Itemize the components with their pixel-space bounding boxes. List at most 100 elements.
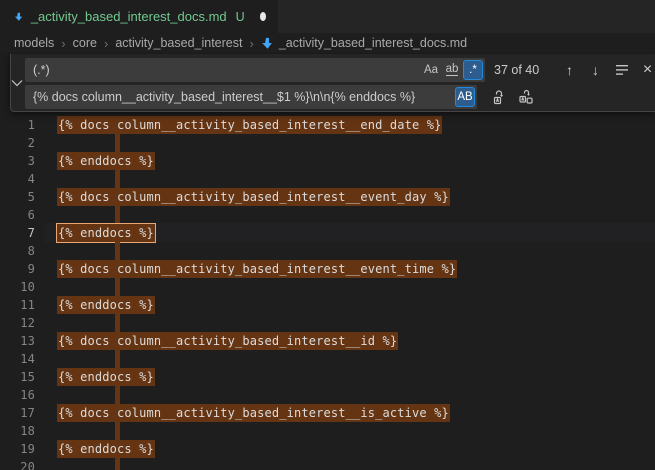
regex-toggle[interactable]: .*: [463, 60, 483, 80]
previous-match-button[interactable]: ↑: [559, 60, 580, 81]
git-status-badge: U: [236, 10, 245, 24]
code-line[interactable]: 3{% enddocs %}: [0, 152, 655, 170]
replace-input[interactable]: {% docs column__activity_based_interest_…: [25, 85, 477, 109]
code-line[interactable]: 2: [0, 134, 655, 152]
line-content: {% enddocs %}: [57, 296, 155, 314]
line-number: 9: [0, 260, 35, 278]
find-match: {% docs column__activity_based_interest_…: [57, 332, 398, 350]
code-line[interactable]: 10: [0, 278, 655, 296]
line-number: 12: [0, 314, 35, 332]
markdown-file-icon: [14, 10, 24, 24]
line-content: {% docs column__activity_based_interest_…: [57, 404, 450, 422]
search-input[interactable]: (.*) Aa ab .*: [25, 58, 485, 82]
line-number: 17: [0, 404, 35, 422]
code-line[interactable]: 5 {% docs column__activity_based_interest…: [0, 188, 655, 206]
line-number: 16: [0, 386, 35, 404]
find-match: {% docs column__activity_based_interest_…: [57, 404, 450, 422]
empty-line-find-match: [115, 386, 120, 404]
line-number: 8: [0, 242, 35, 260]
find-match: {% docs column__activity_based_interest_…: [57, 116, 442, 134]
line-content: {% enddocs %}: [57, 152, 155, 170]
match-case-toggle[interactable]: Aa: [421, 60, 441, 80]
breadcrumb-item-models[interactable]: models: [14, 36, 54, 50]
line-number: 20: [0, 458, 35, 470]
replace-icon: [492, 89, 508, 105]
line-number: 10: [0, 278, 35, 296]
code-line[interactable]: 16: [0, 386, 655, 404]
code-line[interactable]: 4: [0, 170, 655, 188]
line-content: {% enddocs %}: [57, 440, 155, 458]
line-number: 14: [0, 350, 35, 368]
breadcrumb: models › core › activity_based_interest …: [0, 33, 655, 53]
find-match: {% docs column__activity_based_interest_…: [57, 260, 457, 278]
line-number: 1: [0, 116, 35, 134]
match-count: 37 of 40: [494, 63, 554, 77]
unsaved-dot-icon[interactable]: [260, 12, 266, 21]
find-match: {% enddocs %}: [57, 152, 155, 170]
empty-line-find-match: [115, 314, 120, 332]
preserve-case-toggle[interactable]: AB: [455, 87, 475, 107]
close-find-button[interactable]: ×: [637, 60, 655, 81]
empty-line-find-match: [115, 350, 120, 368]
code-line[interactable]: 19 {% enddocs %}: [0, 440, 655, 458]
replace-value: {% docs column__activity_based_interest_…: [33, 90, 454, 104]
find-match: {% enddocs %}: [57, 440, 155, 458]
empty-line-find-match: [115, 170, 120, 188]
breadcrumb-separator-icon: ›: [249, 36, 253, 51]
line-number: 5: [0, 188, 35, 206]
tab-title: _activity_based_interest_docs.md: [31, 9, 227, 24]
code-line[interactable]: 8: [0, 242, 655, 260]
line-number: 4: [0, 170, 35, 188]
replace-buttons: [484, 87, 536, 108]
code-line[interactable]: 20: [0, 458, 655, 470]
editor-pane[interactable]: 1 {% docs column__activity_based_interest…: [0, 53, 655, 470]
empty-line-find-match: [115, 278, 120, 296]
find-in-selection-button[interactable]: [611, 60, 632, 81]
breadcrumb-item-core[interactable]: core: [73, 36, 97, 50]
code-line[interactable]: 18: [0, 422, 655, 440]
line-content: {% enddocs %}: [57, 368, 155, 386]
next-match-button[interactable]: ↓: [585, 60, 606, 81]
breadcrumb-item-activity-based-interest[interactable]: activity_based_interest: [115, 36, 242, 50]
toggle-replace-button[interactable]: [11, 54, 23, 111]
search-query: (.*): [33, 63, 420, 77]
code-line[interactable]: 17 {% docs column__activity_based_interes…: [0, 404, 655, 422]
breadcrumb-separator-icon: ›: [61, 36, 65, 51]
replace-all-icon: [518, 89, 534, 105]
find-widget-rows: (.*) Aa ab .* 37 of 40 ↑ ↓ ×: [23, 54, 655, 111]
code-line[interactable]: 11 {% enddocs %}: [0, 296, 655, 314]
code-line[interactable]: 7{% enddocs %}: [0, 224, 655, 242]
find-row: (.*) Aa ab .* 37 of 40 ↑ ↓ ×: [25, 58, 655, 82]
find-match: {% docs column__activity_based_interest_…: [57, 188, 450, 206]
markdown-file-icon: [261, 37, 274, 50]
code-line[interactable]: 14: [0, 350, 655, 368]
line-number: 15: [0, 368, 35, 386]
line-number: 13: [0, 332, 35, 350]
empty-line-find-match: [115, 242, 120, 260]
code-line[interactable]: 9 {% docs column__activity_based_interest…: [0, 260, 655, 278]
line-number: 6: [0, 206, 35, 224]
empty-line-find-match: [115, 206, 120, 224]
line-content: {% docs column__activity_based_interest_…: [57, 332, 398, 350]
find-in-selection-icon: [615, 64, 629, 76]
replace-all-button[interactable]: [515, 87, 536, 108]
replace-button[interactable]: [489, 87, 510, 108]
find-match: {% enddocs %}: [57, 368, 155, 386]
code-line[interactable]: 6: [0, 206, 655, 224]
line-number: 19: [0, 440, 35, 458]
code-line[interactable]: 13 {% docs column__activity_based_interes…: [0, 332, 655, 350]
line-number: 11: [0, 296, 35, 314]
code-line[interactable]: 1 {% docs column__activity_based_interest…: [0, 116, 655, 134]
empty-line-find-match: [115, 134, 120, 152]
tab-activity-based-interest-docs[interactable]: _activity_based_interest_docs.md U: [0, 0, 278, 33]
breadcrumb-file-label: _activity_based_interest_docs.md: [279, 36, 467, 50]
replace-row: {% docs column__activity_based_interest_…: [25, 85, 655, 109]
line-number: 7: [0, 224, 35, 242]
whole-word-toggle[interactable]: ab: [442, 60, 462, 80]
find-match: {% enddocs %}: [57, 296, 155, 314]
breadcrumb-item-file[interactable]: _activity_based_interest_docs.md: [261, 36, 467, 50]
line-number: 18: [0, 422, 35, 440]
empty-line-find-match: [115, 422, 120, 440]
code-line[interactable]: 12: [0, 314, 655, 332]
code-line[interactable]: 15 {% enddocs %}: [0, 368, 655, 386]
